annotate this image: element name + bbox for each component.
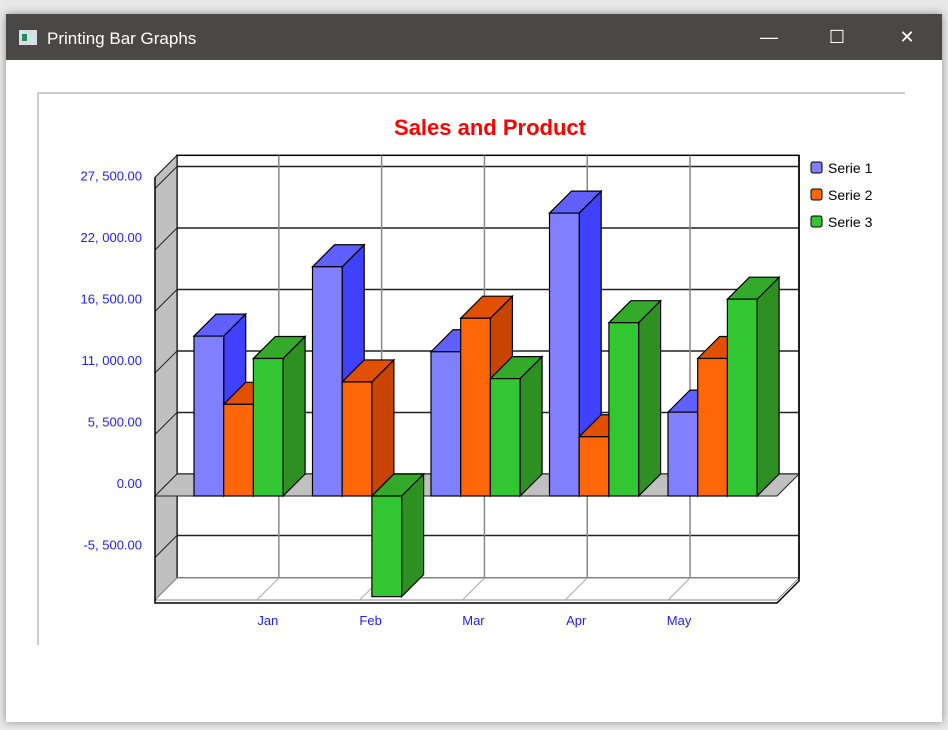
bar-may-serie-1 bbox=[667, 411, 699, 497]
bar-side bbox=[371, 358, 395, 498]
x-tick-label: Mar bbox=[462, 613, 485, 628]
bar-may-serie-3 bbox=[726, 298, 758, 497]
left-wall bbox=[154, 154, 178, 602]
legend-label: Serie 1 bbox=[828, 160, 873, 176]
legend-swatch bbox=[810, 188, 823, 201]
y-tick-label: 5, 500.00 bbox=[88, 415, 142, 430]
legend-swatch bbox=[810, 215, 823, 228]
bar-feb-serie-3 bbox=[371, 495, 403, 598]
legend-swatch bbox=[810, 161, 823, 174]
bar-chart: Sales and Product 27, 500.00 22, 000.00 16,… bbox=[37, 92, 905, 645]
floor bbox=[153, 577, 801, 601]
bar-side bbox=[637, 299, 662, 498]
y-tick-label: -5, 500.00 bbox=[83, 538, 142, 553]
y-tick-label: 22, 000.00 bbox=[81, 230, 142, 245]
y-tick-label: 0.00 bbox=[117, 476, 142, 491]
bar-feb-serie-2 bbox=[341, 381, 373, 497]
bar-mar-serie-1 bbox=[430, 351, 462, 497]
bar-side bbox=[756, 275, 780, 498]
bar-jan-serie-2 bbox=[223, 403, 254, 497]
chart-title: Sales and Product bbox=[394, 115, 587, 140]
bar-jan-serie-3 bbox=[252, 357, 284, 497]
x-tick-label: Jan bbox=[257, 613, 278, 628]
bar-apr-serie-3 bbox=[608, 322, 640, 497]
x-tick-label: Feb bbox=[359, 613, 381, 628]
bar-side bbox=[519, 355, 543, 498]
bar-jan-serie-1 bbox=[193, 335, 225, 497]
x-tick-label: May bbox=[667, 613, 692, 628]
bar-apr-serie-2 bbox=[578, 436, 610, 497]
bar-may-serie-2 bbox=[697, 357, 729, 497]
legend-label: Serie 3 bbox=[828, 214, 873, 230]
bar-mar-serie-2 bbox=[460, 317, 492, 497]
bar-mar-serie-3 bbox=[489, 377, 521, 497]
y-tick-label: 11, 000.00 bbox=[82, 353, 142, 368]
bar-feb-serie-1 bbox=[311, 266, 343, 497]
bar-side bbox=[282, 335, 306, 498]
bar-apr-serie-1 bbox=[548, 212, 580, 497]
x-tick-label: Apr bbox=[566, 613, 587, 628]
y-tick-label: 27, 500.00 bbox=[81, 169, 142, 184]
legend-label: Serie 2 bbox=[828, 187, 873, 203]
y-tick-label: 16, 500.00 bbox=[81, 292, 142, 307]
